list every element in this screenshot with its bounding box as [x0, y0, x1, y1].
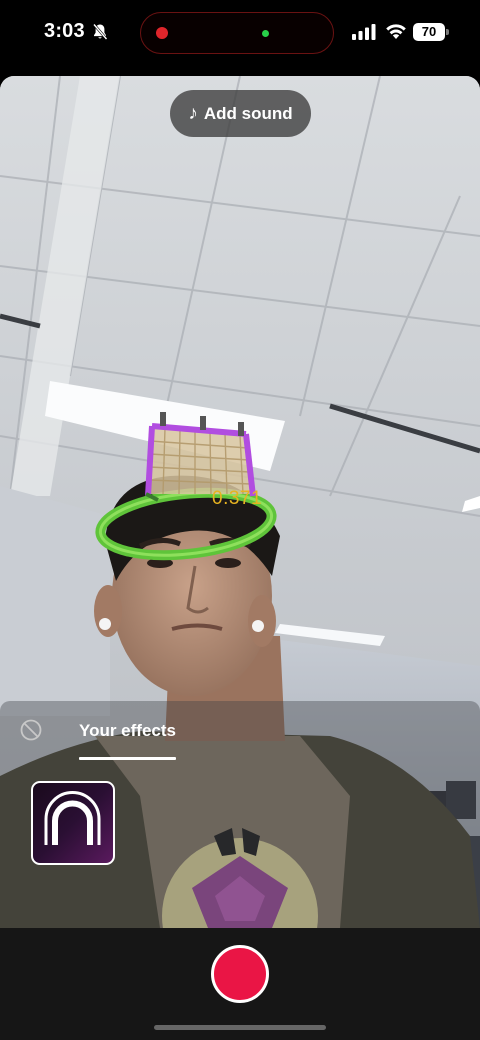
wifi-icon	[386, 24, 406, 39]
signal-icon	[352, 24, 376, 40]
music-note-icon: ♪	[188, 103, 198, 124]
effect-score: 0.371	[212, 488, 263, 509]
battery-level: 70	[413, 23, 445, 41]
record-button[interactable]	[211, 945, 269, 1003]
tab-underline	[79, 757, 176, 760]
camera-indicator	[262, 30, 269, 37]
arch-effect-icon	[44, 791, 101, 845]
dynamic-island	[140, 12, 334, 54]
tab-your-effects[interactable]: Your effects	[79, 721, 176, 741]
bottom-bar	[0, 928, 480, 1040]
bell-slash-icon	[93, 23, 108, 40]
status-bar: 3:03 70	[0, 0, 480, 66]
camera-viewport[interactable]: ♪ Add sound 0.371 Your effects	[0, 76, 480, 928]
effect-thumbnail[interactable]	[31, 781, 115, 865]
battery-icon: 70	[413, 23, 449, 41]
home-indicator[interactable]	[154, 1025, 326, 1030]
no-effect-icon[interactable]	[20, 719, 42, 741]
add-sound-label: Add sound	[203, 103, 293, 123]
recording-indicator	[156, 27, 168, 39]
effects-panel: Your effects	[0, 701, 480, 928]
status-time: 3:03	[44, 20, 85, 42]
add-sound-button[interactable]: ♪ Add sound	[170, 90, 311, 137]
